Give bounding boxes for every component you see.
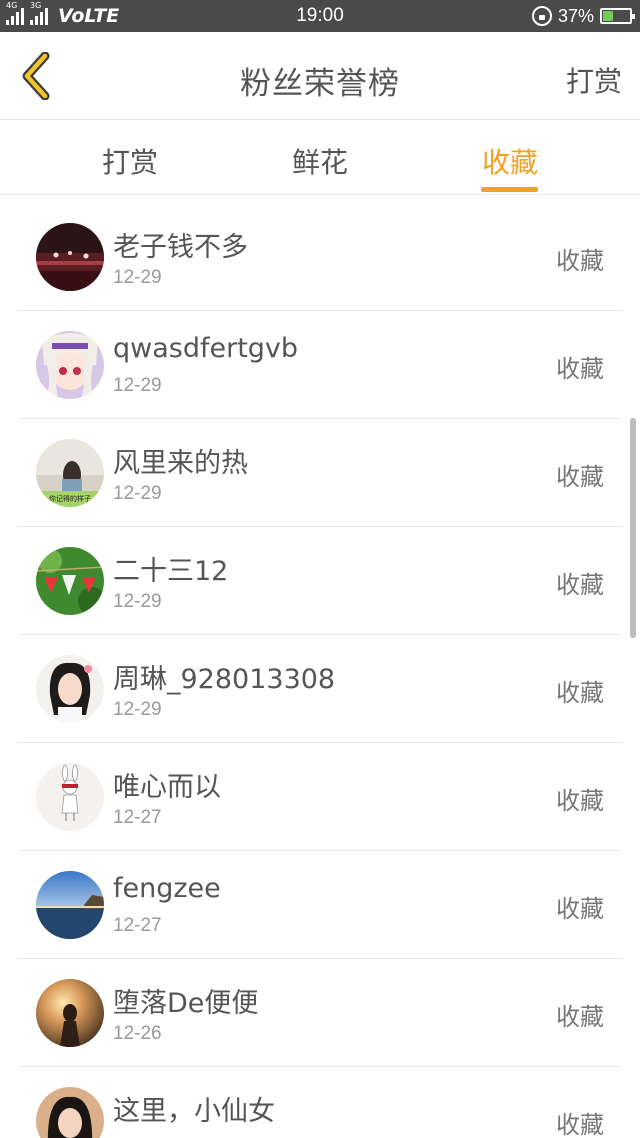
status-right: 37% — [531, 5, 635, 27]
avatar-image — [36, 655, 104, 723]
list-item[interactable]: 周琳_928013308 12-29 收藏 — [18, 635, 622, 743]
user-name: qwasdfertgvb — [113, 333, 299, 364]
avatar-caption: 你记得的样子 — [49, 494, 91, 503]
action-type: 收藏 — [556, 679, 604, 707]
app-header: 粉丝荣誉榜 打赏 — [0, 32, 640, 120]
list-item[interactable]: qwasdfertgvb 12-29 收藏 — [18, 311, 622, 419]
tab-favorites[interactable]: 收藏 — [450, 141, 570, 181]
action-date: 12-29 — [113, 375, 162, 396]
battery-percent: 37% — [557, 5, 594, 26]
action-type: 收藏 — [556, 571, 604, 599]
tab-bar: 打赏 鲜花 收藏 — [0, 121, 640, 195]
avatar — [36, 1087, 104, 1138]
fan-list: 老子钱不多 12-29 收藏 qwasdfertgvb 12-29 收藏 你记得… — [0, 200, 640, 1138]
avatar-image — [36, 547, 104, 615]
action-date: 12-27 — [113, 807, 162, 828]
battery-level-fill — [603, 11, 613, 21]
avatar — [36, 979, 104, 1047]
user-name: 唯心而以 — [113, 772, 221, 803]
action-date: 12-29 — [113, 591, 162, 612]
avatar-image: 你记得的样子 — [36, 439, 104, 507]
user-name: 这里，小仙女 — [113, 1096, 275, 1127]
list-item[interactable]: fengzee 12-27 收藏 — [18, 851, 622, 959]
scrollbar[interactable] — [630, 418, 636, 638]
action-type: 收藏 — [556, 1111, 604, 1138]
action-date: 12-29 — [113, 267, 162, 288]
action-type: 收藏 — [556, 895, 604, 923]
avatar-image — [36, 871, 104, 939]
list-item[interactable]: 这里，小仙女 收藏 — [18, 1067, 622, 1138]
action-date: 12-29 — [113, 483, 162, 504]
list-item[interactable]: 老子钱不多 12-29 收藏 — [18, 203, 622, 311]
action-date: 12-27 — [113, 915, 162, 936]
avatar — [36, 763, 104, 831]
user-name: 堕落De便便 — [113, 988, 259, 1019]
action-type: 收藏 — [556, 463, 604, 491]
avatar-image — [36, 331, 104, 399]
list-item[interactable]: 唯心而以 12-27 收藏 — [18, 743, 622, 851]
avatar — [36, 331, 104, 399]
tab-tips[interactable]: 打赏 — [70, 141, 190, 181]
rotation-lock-icon — [531, 6, 552, 26]
avatar — [36, 547, 104, 615]
tip-button[interactable]: 打赏 — [566, 60, 622, 100]
user-name: 老子钱不多 — [113, 232, 248, 263]
list-item[interactable]: 你记得的样子 风里来的热 12-29 收藏 — [18, 419, 622, 527]
tab-flowers[interactable]: 鲜花 — [260, 141, 380, 181]
user-name: fengzee — [113, 873, 221, 904]
avatar-image — [36, 763, 104, 831]
action-type: 收藏 — [556, 355, 604, 383]
active-tab-indicator — [481, 187, 538, 192]
avatar-image — [36, 1087, 104, 1138]
avatar-image — [36, 223, 104, 291]
user-name: 风里来的热 — [113, 448, 248, 479]
action-date: 12-26 — [113, 1023, 162, 1044]
avatar — [36, 655, 104, 723]
avatar: 你记得的样子 — [36, 439, 104, 507]
status-bar: 4G 3G VoLTE 19:00 37% — [0, 0, 640, 32]
list-item[interactable]: 堕落De便便 12-26 收藏 — [18, 959, 622, 1067]
action-date: 12-29 — [113, 699, 162, 720]
avatar — [36, 871, 104, 939]
avatar — [36, 223, 104, 291]
user-name: 周琳_928013308 — [113, 664, 336, 695]
action-type: 收藏 — [556, 247, 604, 275]
page-title: 粉丝荣誉榜 — [240, 66, 400, 102]
action-type: 收藏 — [556, 787, 604, 815]
battery-icon — [600, 8, 635, 24]
list-item[interactable]: 二十三12 12-29 收藏 — [18, 527, 622, 635]
user-name: 二十三12 — [113, 556, 229, 587]
avatar-image — [36, 979, 104, 1047]
action-type: 收藏 — [556, 1003, 604, 1031]
